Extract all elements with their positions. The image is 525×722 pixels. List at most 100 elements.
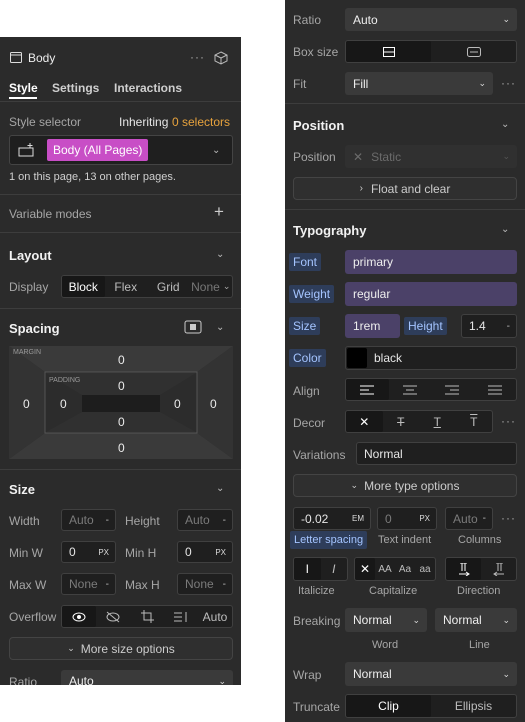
padding-left[interactable]: 0 <box>60 397 67 411</box>
min-width-input[interactable]: 0 PX <box>61 541 116 563</box>
content-box-icon[interactable] <box>431 41 516 62</box>
tab-style[interactable]: Style <box>9 81 38 95</box>
position-heading[interactable]: Position <box>293 118 344 133</box>
more-icon[interactable]: ··· <box>501 414 516 428</box>
scroll-crop-icon[interactable] <box>130 606 164 627</box>
wrap-select[interactable]: Normal ⌄ <box>345 662 517 686</box>
spacing-heading[interactable]: Spacing <box>9 321 60 336</box>
overflow-segmented[interactable]: Auto <box>61 605 233 628</box>
padding-top[interactable]: 0 <box>118 379 125 393</box>
selector-mode-icon[interactable] <box>18 143 36 157</box>
color-swatch[interactable] <box>347 348 367 368</box>
layout-heading[interactable]: Layout <box>9 248 52 263</box>
fit-select[interactable]: Fill ⌄ <box>345 72 493 95</box>
display-segmented[interactable]: Block Flex Grid None ⌄ <box>61 275 233 298</box>
unit-px[interactable]: PX <box>98 548 109 557</box>
height-input[interactable]: Auto - <box>177 509 233 531</box>
unit-em[interactable]: EM <box>352 514 364 523</box>
strikethrough-icon[interactable]: T <box>383 411 420 432</box>
box-size-segmented[interactable] <box>345 40 517 63</box>
rtl-icon[interactable] <box>481 558 516 580</box>
text-indent-input[interactable]: 0 PX <box>377 507 437 530</box>
size-heading[interactable]: Size <box>9 482 35 497</box>
truncate-segmented[interactable]: Clip Ellipsis <box>345 694 517 718</box>
font-select[interactable]: primary <box>345 250 517 274</box>
chevron-down-icon[interactable]: ⌄ <box>501 119 509 130</box>
chevron-down-icon[interactable]: ⌄ <box>216 249 224 260</box>
chevron-down-icon[interactable]: ⌄ <box>216 483 224 494</box>
more-icon[interactable]: ··· <box>190 50 205 64</box>
letter-spacing-input[interactable]: -0.02 EM <box>293 507 371 530</box>
display-grid[interactable]: Grid <box>147 276 190 297</box>
weight-select[interactable]: regular <box>345 282 517 306</box>
italic-off-icon[interactable]: I <box>294 558 321 580</box>
unit-dash[interactable]: - <box>106 515 109 526</box>
lowercase-option[interactable]: aa <box>415 558 435 580</box>
italicize-segmented[interactable]: I I <box>293 557 348 581</box>
truncate-ellipsis[interactable]: Ellipsis <box>431 695 516 717</box>
direction-segmented[interactable] <box>445 557 517 581</box>
spacing-preset-icon[interactable] <box>184 320 202 334</box>
margin-bottom[interactable]: 0 <box>118 441 125 455</box>
display-none[interactable]: None ⌄ <box>190 276 233 297</box>
word-break-select[interactable]: Normal ⌄ <box>345 608 427 632</box>
tab-interactions[interactable]: Interactions <box>114 81 182 95</box>
add-icon[interactable]: + <box>214 202 224 222</box>
align-segmented[interactable] <box>345 378 517 401</box>
float-clear-button[interactable]: › Float and clear <box>293 177 517 200</box>
margin-top[interactable]: 0 <box>118 353 125 367</box>
line-break-select[interactable]: Normal ⌄ <box>435 608 517 632</box>
more-type-options-button[interactable]: ⌄ More type options <box>293 474 517 497</box>
font-size-input[interactable]: 1rem <box>345 314 400 338</box>
position-select[interactable]: ✕ Static ⌄ <box>345 145 517 168</box>
padding-right[interactable]: 0 <box>174 397 181 411</box>
underline-icon[interactable]: T <box>419 411 456 432</box>
unit-dash[interactable]: - <box>106 579 109 590</box>
ratio-select[interactable]: Auto ⌄ <box>345 8 517 31</box>
display-block[interactable]: Block <box>62 276 105 297</box>
overflow-auto[interactable]: Auto <box>198 606 232 627</box>
uppercase-option[interactable]: AA <box>375 558 395 580</box>
color-input[interactable]: black <box>345 346 517 370</box>
chevron-down-icon[interactable]: ⌄ <box>216 322 224 333</box>
typography-heading[interactable]: Typography <box>293 223 366 238</box>
columns-input[interactable]: Auto - <box>445 507 493 530</box>
chevron-down-icon[interactable]: ⌄ <box>212 145 220 156</box>
align-right-icon[interactable] <box>431 379 474 400</box>
component-icon[interactable] <box>214 51 228 65</box>
unit-px[interactable]: PX <box>215 548 226 557</box>
selector-tag[interactable]: Body (All Pages) <box>47 139 149 161</box>
margin-left[interactable]: 0 <box>23 397 30 411</box>
no-decoration-icon[interactable]: ✕ <box>346 411 383 432</box>
overline-icon[interactable]: T <box>456 411 493 432</box>
no-caps-icon[interactable]: ✕ <box>355 558 375 580</box>
align-center-icon[interactable] <box>389 379 432 400</box>
max-height-input[interactable]: None - <box>177 573 233 595</box>
unit-dash[interactable]: - <box>507 321 510 332</box>
hidden-eye-icon[interactable] <box>96 606 130 627</box>
tab-settings[interactable]: Settings <box>52 81 99 95</box>
margin-right[interactable]: 0 <box>210 397 217 411</box>
more-icon[interactable]: ··· <box>501 511 516 525</box>
width-input[interactable]: Auto - <box>61 509 116 531</box>
ratio-select[interactable]: Auto ⌄ <box>61 670 233 685</box>
unit-dash[interactable]: - <box>223 579 226 590</box>
unit-dash[interactable]: - <box>483 513 486 524</box>
display-flex[interactable]: Flex <box>105 276 148 297</box>
max-width-input[interactable]: None - <box>61 573 116 595</box>
padding-bottom[interactable]: 0 <box>118 415 125 429</box>
titlecase-option[interactable]: Aa <box>395 558 415 580</box>
more-size-options-button[interactable]: ⌄ More size options <box>9 637 233 660</box>
border-box-icon[interactable] <box>346 41 431 62</box>
align-justify-icon[interactable] <box>474 379 517 400</box>
variations-input[interactable]: Normal <box>356 442 517 465</box>
truncate-clip[interactable]: Clip <box>346 695 431 717</box>
decor-segmented[interactable]: ✕ T T T <box>345 410 493 433</box>
capitalize-segmented[interactable]: ✕ AA Aa aa <box>354 557 436 581</box>
inheriting-count[interactable]: 0 selectors <box>172 115 230 129</box>
scroll-icon[interactable] <box>164 606 198 627</box>
unit-px[interactable]: PX <box>419 514 430 523</box>
more-icon[interactable]: ··· <box>501 76 516 90</box>
min-height-input[interactable]: 0 PX <box>177 541 233 563</box>
ltr-icon[interactable] <box>446 558 481 580</box>
